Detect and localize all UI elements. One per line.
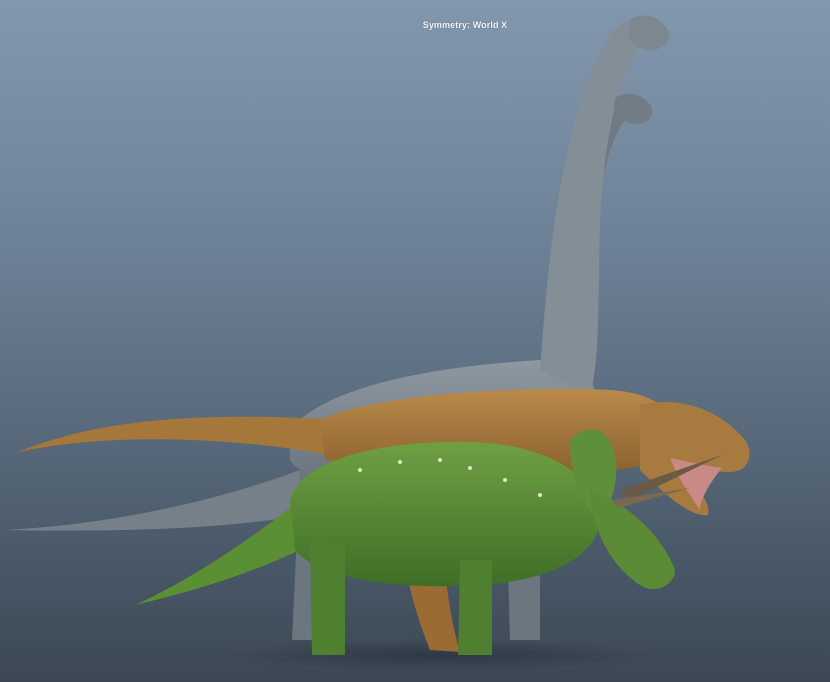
maya-viewport[interactable]: Symmetry: World X	[0, 0, 830, 682]
triceratops-spot	[538, 493, 542, 497]
triceratops-spot	[503, 478, 507, 482]
scene-canvas[interactable]	[0, 0, 830, 682]
triceratops-spot	[398, 460, 402, 464]
triceratops-hind-leg	[310, 540, 345, 655]
triceratops-spot	[468, 466, 472, 470]
triceratops-spot	[358, 468, 362, 472]
triceratops-head	[590, 490, 675, 590]
brachiosaurus-neck	[540, 18, 655, 395]
triceratops-front-leg	[458, 560, 492, 655]
triceratops-spot	[438, 458, 442, 462]
